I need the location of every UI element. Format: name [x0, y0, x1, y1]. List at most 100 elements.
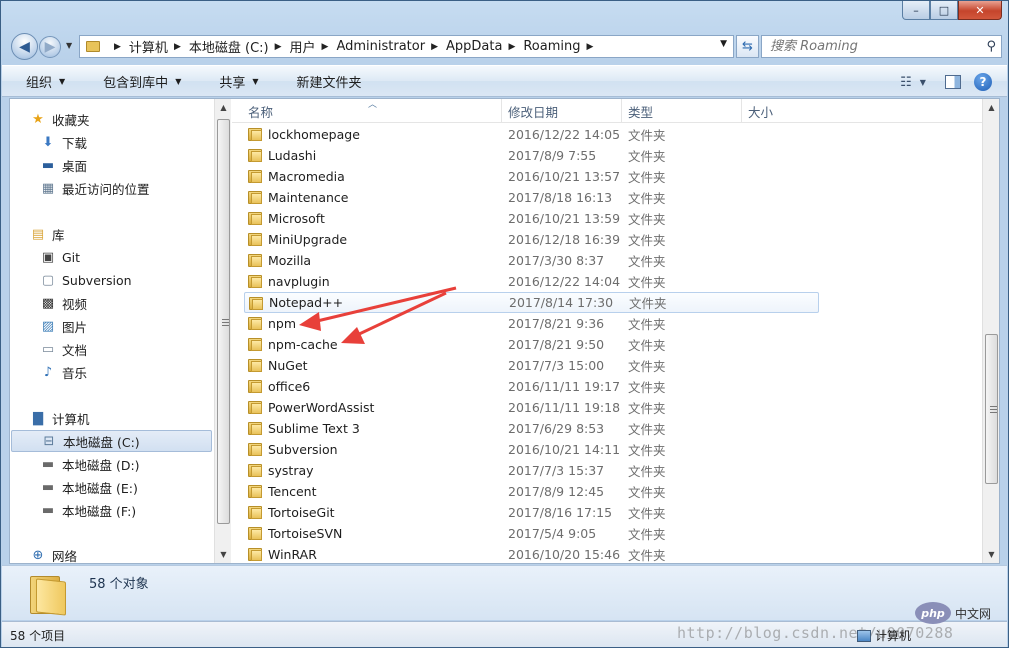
column-type[interactable]: 类型: [622, 99, 742, 123]
breadcrumb-administrator[interactable]: Administrator: [336, 39, 425, 54]
nav-scrollbar[interactable]: ▲ ▼: [214, 99, 231, 563]
back-button[interactable]: ◀: [11, 33, 38, 60]
column-size[interactable]: 大小: [742, 99, 842, 123]
file-row[interactable]: Tencent 2017/8/9 12:45 文件夹: [244, 481, 819, 502]
nav-item-git[interactable]: ▣ Git: [40, 246, 80, 268]
breadcrumb-users[interactable]: 用户: [290, 37, 316, 56]
file-name: Mozilla: [268, 253, 312, 268]
file-date-modified: 2016/10/21 13:57: [508, 169, 621, 184]
file-name: Maintenance: [268, 190, 349, 205]
breadcrumb-appdata[interactable]: AppData: [446, 39, 502, 54]
breadcrumb-drive-c[interactable]: 本地磁盘 (C:): [189, 37, 269, 56]
nav-item-videos[interactable]: ▩ 视频: [40, 292, 87, 314]
scroll-up-icon[interactable]: ▲: [983, 99, 1000, 116]
chevron-right-icon[interactable]: ▶: [322, 42, 329, 52]
nav-item-label: 下载: [62, 135, 88, 151]
breadcrumb-roaming[interactable]: Roaming: [523, 39, 580, 54]
file-row[interactable]: Sublime Text 3 2017/6/29 8:53 文件夹: [244, 418, 819, 439]
nav-item-drive-d[interactable]: ▬ 本地磁盘 (D:): [40, 453, 140, 475]
file-row[interactable]: Microsoft 2016/10/21 13:59 文件夹: [244, 208, 819, 229]
file-type: 文件夹: [628, 359, 666, 374]
nav-item-drive-c[interactable]: ⊟ 本地磁盘 (C:): [11, 430, 212, 452]
file-type: 文件夹: [628, 338, 666, 353]
nav-favorites[interactable]: ★ 收藏夹: [30, 108, 89, 130]
chevron-right-icon[interactable]: ▶: [508, 42, 515, 52]
address-history-dropdown[interactable]: ▼: [720, 39, 727, 49]
organize-menu[interactable]: 组织 ▼: [2, 66, 79, 96]
chevron-right-icon[interactable]: ▶: [174, 42, 181, 52]
chevron-down-icon: ▼: [919, 77, 926, 87]
file-row[interactable]: Ludashi 2017/8/9 7:55 文件夹: [244, 145, 819, 166]
breadcrumb-computer[interactable]: 计算机: [129, 37, 168, 56]
file-row[interactable]: lockhomepage 2016/12/22 14:05 文件夹: [244, 124, 819, 145]
nav-computer[interactable]: ▇ 计算机: [30, 407, 90, 429]
library-doc-icon: ▣: [41, 249, 55, 265]
nav-item-downloads[interactable]: ⬇ 下载: [40, 131, 87, 153]
file-row[interactable]: WinRAR 2016/10/20 15:46 文件夹: [244, 544, 819, 563]
minimize-button[interactable]: –: [902, 1, 930, 20]
column-name[interactable]: 名称: [242, 99, 502, 123]
search-icon[interactable]: ⚲: [986, 39, 996, 54]
nav-item-drive-e[interactable]: ▬ 本地磁盘 (E:): [40, 476, 138, 498]
file-row[interactable]: TortoiseSVN 2017/5/4 9:05 文件夹: [244, 523, 819, 544]
desktop-icon: ▬: [41, 157, 55, 173]
refresh-button[interactable]: ⇆: [736, 35, 759, 58]
preview-pane-button[interactable]: [943, 72, 963, 92]
scroll-up-icon[interactable]: ▲: [215, 99, 232, 116]
share-menu[interactable]: 共享 ▼: [195, 66, 272, 96]
new-folder-button[interactable]: 新建文件夹: [273, 66, 376, 96]
toolbar-right: ☷ ▼ ?: [900, 72, 993, 92]
file-name: npm: [268, 316, 297, 331]
file-row[interactable]: NuGet 2017/7/3 15:00 文件夹: [244, 355, 819, 376]
file-row[interactable]: npm 2017/8/21 9:36 文件夹: [244, 313, 819, 334]
nav-network[interactable]: ⊕ 网络: [30, 544, 77, 564]
nav-item-recent-places[interactable]: ▦ 最近访问的位置: [40, 177, 150, 199]
scrollbar-thumb[interactable]: [985, 334, 998, 484]
view-options-button[interactable]: ☷ ▼: [900, 72, 926, 92]
file-row[interactable]: systray 2017/7/3 15:37 文件夹: [244, 460, 819, 481]
file-row[interactable]: TortoiseGit 2017/8/16 17:15 文件夹: [244, 502, 819, 523]
scroll-down-icon[interactable]: ▼: [215, 546, 232, 563]
organize-label: 组织: [26, 75, 53, 91]
object-count: 58 个对象: [89, 577, 149, 592]
chevron-right-icon[interactable]: ▶: [587, 42, 594, 52]
search-box[interactable]: ⚲: [761, 35, 1002, 58]
maximize-button[interactable]: □: [930, 1, 958, 20]
chevron-right-icon[interactable]: ▶: [114, 42, 121, 52]
file-row[interactable]: Macromedia 2016/10/21 13:57 文件夹: [244, 166, 819, 187]
help-button[interactable]: ?: [973, 72, 993, 92]
scrollbar-thumb[interactable]: [217, 119, 230, 524]
chevron-right-icon[interactable]: ▶: [275, 42, 282, 52]
file-row[interactable]: Notepad++ 2017/8/14 17:30 文件夹: [244, 292, 819, 313]
chevron-right-icon[interactable]: ▶: [431, 42, 438, 52]
close-button[interactable]: ✕: [958, 1, 1002, 20]
file-row[interactable]: Mozilla 2017/3/30 8:37 文件夹: [244, 250, 819, 271]
folder-icon: [248, 128, 262, 141]
file-row[interactable]: Maintenance 2017/8/18 16:13 文件夹: [244, 187, 819, 208]
file-row[interactable]: office6 2016/11/11 19:17 文件夹: [244, 376, 819, 397]
file-row[interactable]: npm-cache 2017/8/21 9:50 文件夹: [244, 334, 819, 355]
include-in-library-menu[interactable]: 包含到库中 ▼: [79, 66, 195, 96]
search-input[interactable]: [770, 39, 970, 54]
scroll-down-icon[interactable]: ▼: [983, 546, 1000, 563]
nav-item-music[interactable]: ♪ 音乐: [40, 361, 87, 383]
recent-pages-dropdown[interactable]: ▼: [66, 41, 72, 50]
file-row[interactable]: MiniUpgrade 2016/12/18 16:39 文件夹: [244, 229, 819, 250]
nav-item-pictures[interactable]: ▨ 图片: [40, 315, 87, 337]
forward-button[interactable]: ▶: [39, 36, 61, 58]
file-date-modified: 2016/12/22 14:05: [508, 127, 621, 142]
nav-item-label: 桌面: [62, 158, 88, 174]
nav-item-documents[interactable]: ▭ 文档: [40, 338, 87, 360]
file-row[interactable]: navplugin 2016/12/22 14:04 文件夹: [244, 271, 819, 292]
column-date-modified[interactable]: 修改日期: [502, 99, 622, 123]
explorer-window: – □ ✕ ◀ ▶ ▼ ▶ 计算机 ▶ 本地磁盘 (C:) ▶ 用户 ▶ Admini…: [0, 0, 1009, 648]
file-list-scrollbar[interactable]: ▲ ▼: [982, 99, 999, 563]
nav-item-subversion[interactable]: ▢ Subversion: [40, 269, 132, 291]
file-row[interactable]: Subversion 2016/10/21 14:11 文件夹: [244, 439, 819, 460]
address-bar[interactable]: ▶ 计算机 ▶ 本地磁盘 (C:) ▶ 用户 ▶ Administrator ▶ App…: [79, 35, 734, 58]
file-row[interactable]: PowerWordAssist 2016/11/11 19:18 文件夹: [244, 397, 819, 418]
network-icon: ⊕: [32, 547, 44, 563]
nav-item-drive-f[interactable]: ▬ 本地磁盘 (F:): [40, 499, 136, 521]
nav-item-desktop[interactable]: ▬ 桌面: [40, 154, 87, 176]
nav-libraries[interactable]: ▤ 库: [30, 223, 65, 245]
